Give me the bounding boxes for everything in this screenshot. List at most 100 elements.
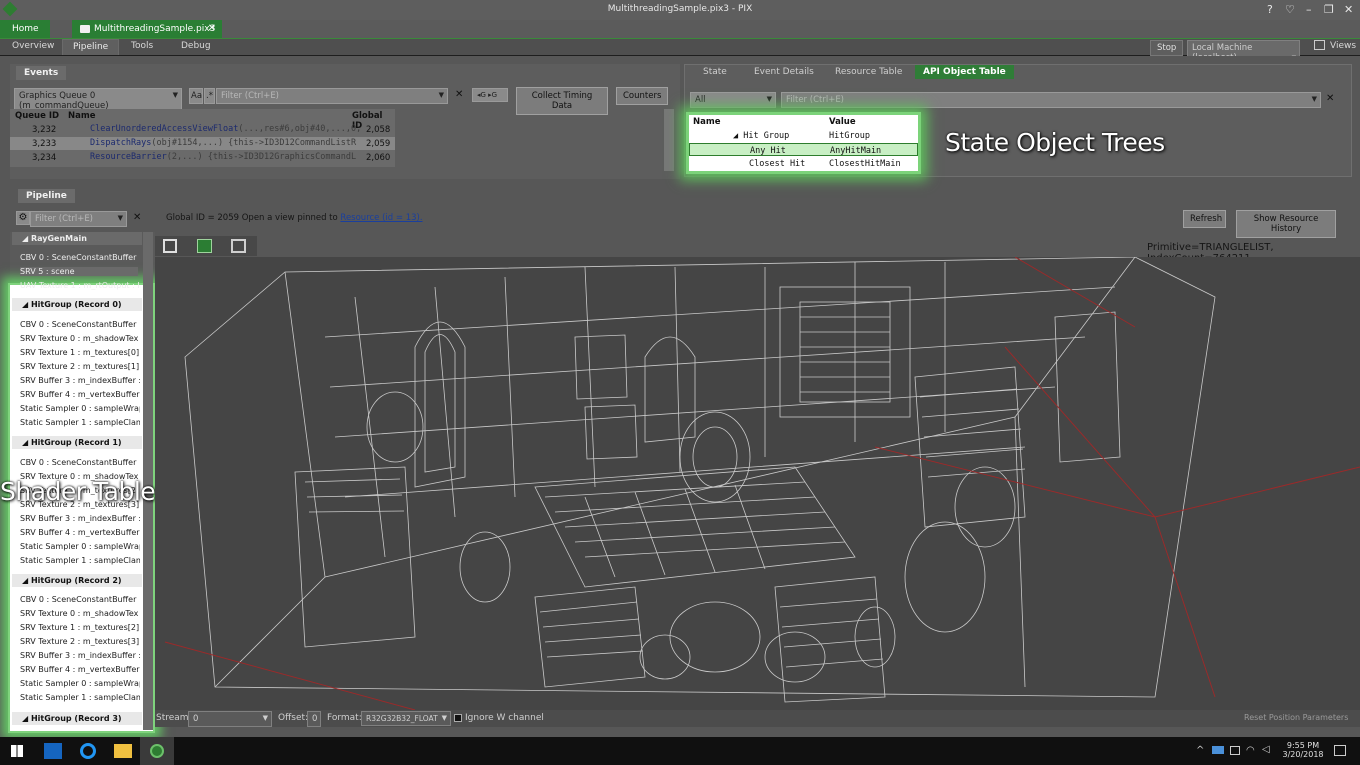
group-hitgroup-0[interactable]: ◢ HitGroup (Record 0) (12, 298, 142, 311)
clear-filter-icon[interactable]: ✕ (455, 89, 463, 100)
tree-row[interactable]: Closest Hit ClosestHitMain (689, 157, 918, 170)
mesh-viewport[interactable] (155, 257, 1360, 710)
close-icon[interactable]: ✕ (1344, 3, 1353, 16)
list-item[interactable]: Static Sampler 1 : sampleClam (20, 418, 140, 427)
home-tab[interactable]: Home (0, 20, 50, 38)
tray-chevron-icon[interactable]: ^ (1196, 745, 1204, 756)
battery-icon[interactable] (1230, 746, 1240, 755)
list-item[interactable]: SRV Buffer 3 : m_indexBuffer : (20, 376, 140, 385)
onedrive-icon[interactable] (1212, 746, 1224, 754)
restore-icon[interactable]: ❐ (1324, 3, 1334, 16)
scope-select[interactable]: All ▼ (690, 92, 776, 108)
refresh-button[interactable]: Refresh (1183, 210, 1226, 228)
tab-resource-table[interactable]: Resource Table (835, 67, 902, 77)
stream-select[interactable]: 0 ▼ (188, 711, 272, 727)
clock[interactable]: 9:55 PM 3/20/2018 (1280, 741, 1326, 759)
close-tab-icon[interactable]: ✕ (208, 23, 216, 34)
pipeline-header: Pipeline (18, 189, 75, 203)
list-item[interactable]: Static Sampler 0 : sampleWrap (20, 542, 140, 551)
list-item[interactable]: Static Sampler 0 : sampleWrap (20, 679, 140, 688)
format-select[interactable]: R32G32B32_FLOAT ▼ (361, 711, 451, 726)
stream-label: Stream: (156, 713, 192, 723)
help-icon[interactable]: ? (1267, 3, 1273, 16)
tree-row[interactable]: ◢ Hit Group HitGroup (689, 129, 918, 142)
wireframe-mesh (164, 257, 1360, 710)
edge-icon[interactable] (80, 743, 96, 759)
group-hitgroup-1[interactable]: ◢ HitGroup (Record 1) (12, 436, 142, 449)
tab-tools[interactable]: Tools (131, 41, 153, 51)
group-hitgroup-3[interactable]: ◢ HitGroup (Record 3) (12, 712, 142, 725)
tree-row-value: HitGroup (829, 131, 870, 141)
capture-tab[interactable]: MultithreadingSample.pix3 ✕ (72, 20, 222, 38)
minimize-icon[interactable]: – (1306, 3, 1312, 16)
chevron-down-icon: ▼ (1311, 95, 1317, 103)
file-explorer-icon[interactable] (114, 744, 132, 758)
events-filter-input[interactable]: Filter (Ctrl+E) ▼ (216, 88, 448, 104)
case-toggle[interactable]: Aa (189, 88, 203, 104)
tab-event-details[interactable]: Event Details (754, 67, 814, 77)
resource-link[interactable]: Resource (id = 13). (340, 213, 422, 223)
gear-icon[interactable]: ⚙ (16, 211, 30, 225)
api-filter-input[interactable]: Filter (Ctrl+E) ▼ (781, 92, 1321, 108)
list-item[interactable]: SRV Texture 1 : m_textures[0] (20, 348, 140, 357)
stop-button[interactable]: Stop (1150, 40, 1184, 56)
events-scrollbar[interactable] (664, 109, 674, 171)
table-row[interactable]: 3,234 ResourceBarrier(2,...) {this->ID3D… (10, 151, 395, 164)
counters-button[interactable]: Counters (616, 87, 668, 105)
pix-taskbar-button[interactable] (140, 737, 174, 765)
outlook-icon[interactable] (44, 743, 62, 759)
offset-input[interactable]: 0 (307, 711, 321, 727)
list-item[interactable]: Static Sampler 1 : sampleClam (20, 693, 140, 702)
list-item[interactable]: SRV Texture 1 : m_textures[2] (20, 623, 140, 632)
list-item[interactable]: SRV Texture 0 : m_shadowTex (20, 609, 140, 618)
list-item[interactable]: SRV Buffer 4 : m_vertexBuffer (20, 528, 140, 537)
list-item[interactable]: Static Sampler 1 : sampleClam (20, 556, 140, 565)
views-icon[interactable] (1314, 40, 1325, 50)
tree-row-selected[interactable]: Any Hit AnyHitMain (689, 143, 918, 156)
tab-pipeline[interactable]: Pipeline (62, 39, 120, 55)
notifications-icon[interactable] (1334, 745, 1346, 756)
list-item[interactable]: CBV 0 : SceneConstantBuffer (20, 458, 140, 467)
tab-debug[interactable]: Debug (181, 41, 211, 51)
tab-api-object-table[interactable]: API Object Table (915, 65, 1014, 79)
network-icon[interactable]: ◠ (1246, 745, 1255, 756)
pipeline-filter-input[interactable]: Filter (Ctrl+E) ▼ (30, 211, 127, 227)
list-item[interactable]: SRV Buffer 3 : m_indexBuffer : (20, 514, 140, 523)
feedback-icon[interactable]: ♡ (1285, 3, 1295, 16)
list-item[interactable]: CBV 0 : SceneConstantBuffer (20, 253, 140, 262)
list-item[interactable]: UAV Texture 1 : m_rtOutput : I (20, 281, 140, 290)
clear-filter-icon[interactable]: ✕ (1326, 93, 1334, 104)
list-item[interactable]: SRV Buffer 4 : m_vertexBuffer (20, 390, 140, 399)
list-item-selected[interactable]: SRV 5 : scene (20, 267, 138, 276)
solid-mode-icon[interactable] (197, 239, 212, 253)
list-item[interactable]: CBV 0 : SceneConstantBuffer (20, 320, 140, 329)
ignore-w-checkbox[interactable] (454, 714, 462, 722)
group-raygen[interactable]: ◢ RayGenMain (12, 232, 142, 245)
tab-overview[interactable]: Overview (12, 41, 54, 51)
list-item[interactable]: SRV Buffer 3 : m_indexBuffer : (20, 651, 140, 660)
list-item[interactable]: SRV Texture 2 : m_textures[1] (20, 362, 140, 371)
show-resource-history-button[interactable]: Show Resource History (1236, 210, 1336, 238)
goto-buttons[interactable]: ◂G ▸G (472, 88, 508, 102)
col-value: Value (829, 117, 856, 127)
views-button[interactable]: Views (1330, 41, 1356, 51)
list-item[interactable]: SRV Buffer 4 : m_vertexBuffer (20, 665, 140, 674)
list-item[interactable]: SRV Texture 0 : m_shadowTex (20, 334, 140, 343)
windows-start-icon[interactable] (11, 745, 23, 757)
chevron-down-icon: ▼ (438, 91, 444, 99)
list-item[interactable]: CBV 0 : SceneConstantBuffer (20, 595, 140, 604)
collect-timing-button[interactable]: Collect Timing Data (516, 87, 608, 115)
clear-filter-icon[interactable]: ✕ (133, 212, 141, 223)
list-item[interactable]: SRV Texture 2 : m_textures[3] (20, 637, 140, 646)
group-hitgroup-2[interactable]: ◢ HitGroup (Record 2) (12, 574, 142, 587)
volume-icon[interactable]: ◁ (1262, 744, 1270, 755)
wireframe-mode-icon[interactable] (231, 239, 246, 253)
table-row[interactable]: 3,232 ClearUnorderedAccessViewFloat(...,… (10, 123, 395, 136)
reset-position-button[interactable]: Reset Position Parameters (1244, 713, 1348, 722)
fit-view-icon[interactable] (163, 239, 177, 253)
table-row-selected[interactable]: 3,233 DispatchRays(obj#1154,...) {this->… (10, 137, 395, 150)
list-item[interactable]: Static Sampler 0 : sampleWrap (20, 404, 140, 413)
chevron-down-icon: ▼ (441, 714, 447, 722)
regex-toggle[interactable]: .* (204, 88, 215, 104)
tab-state[interactable]: State (703, 67, 727, 77)
